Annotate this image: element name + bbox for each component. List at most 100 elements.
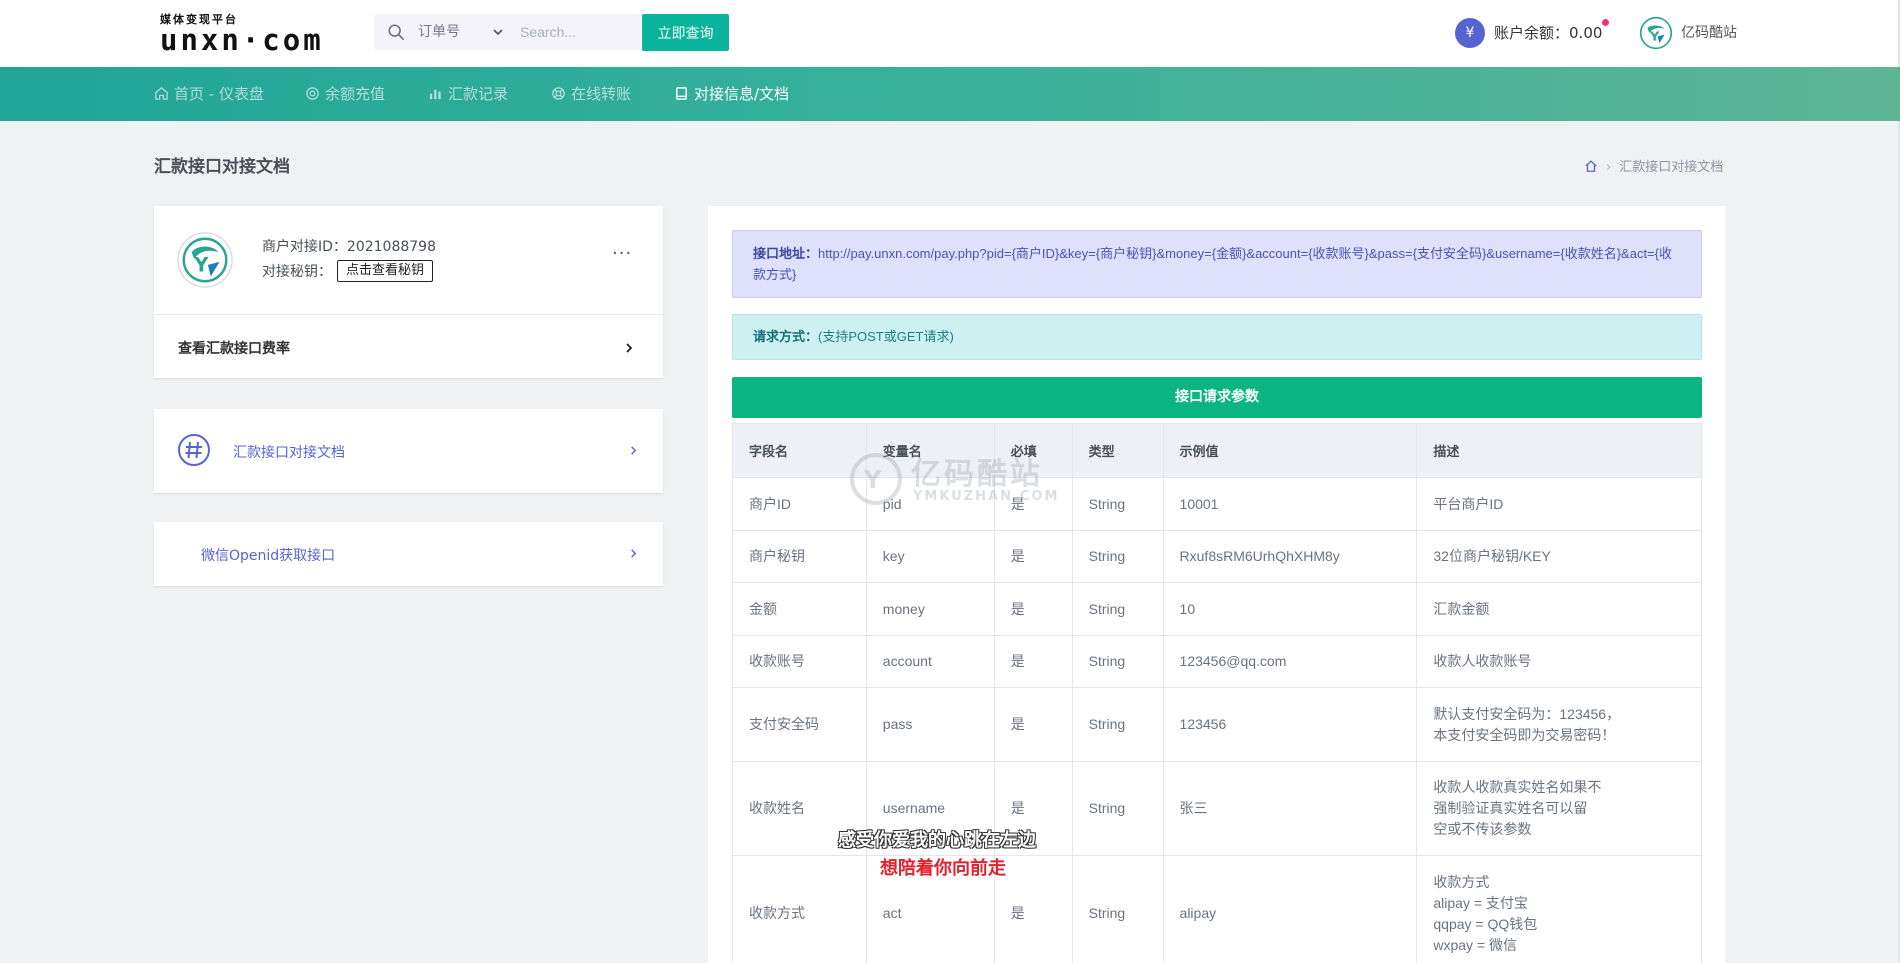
table-row: 支付安全码 pass 是 String 123456 默认支付安全码为：1234… bbox=[732, 687, 1702, 762]
lifebuoy-icon bbox=[552, 87, 565, 100]
cell-example: 123456 bbox=[1162, 687, 1418, 762]
nav-label: 在线转账 bbox=[571, 85, 632, 103]
search-input[interactable] bbox=[514, 14, 641, 50]
openid-link-card[interactable]: 微信Openid获取接口 bbox=[154, 522, 663, 586]
table-row: 收款账号 account 是 String 123456@qq.com 收款人收… bbox=[732, 635, 1702, 688]
cell-desc: 平台商户ID bbox=[1416, 477, 1702, 531]
cell-field: 商户秘钥 bbox=[732, 530, 867, 583]
cell-field: 商户ID bbox=[732, 477, 867, 531]
cell-type: String bbox=[1071, 582, 1164, 636]
chevron-down-icon[interactable] bbox=[492, 26, 504, 38]
cell-var: account bbox=[865, 635, 995, 688]
params-title-bar: 接口请求参数 bbox=[732, 377, 1702, 418]
nav-item-dashboard[interactable]: 首页 - 仪表盘 bbox=[154, 67, 264, 121]
request-method-value: (支持POST或GET请求) bbox=[818, 329, 954, 344]
cell-example: Rxuf8sRM6UrhQhXHM8y bbox=[1162, 530, 1418, 583]
search-icon bbox=[388, 24, 405, 41]
nav-label: 汇款记录 bbox=[448, 85, 509, 103]
nav-label: 余额充值 bbox=[325, 85, 386, 103]
divider bbox=[154, 314, 663, 315]
doc-link-card[interactable]: 汇款接口对接文档 bbox=[154, 409, 663, 493]
column-header: 字段名 bbox=[732, 423, 867, 478]
target-icon bbox=[306, 87, 319, 100]
cell-type: String bbox=[1071, 635, 1164, 688]
cell-field: 支付安全码 bbox=[732, 687, 867, 762]
user-name[interactable]: 亿码酷站 bbox=[1681, 22, 1737, 42]
cell-desc: 汇款金额 bbox=[1416, 582, 1702, 636]
home-icon[interactable] bbox=[1584, 159, 1598, 173]
merchant-card: Y 商户对接ID：2021088798 对接秘钥： 点击查看秘钥 ··· 查看汇… bbox=[154, 206, 663, 378]
merchant-avatar: Y bbox=[177, 232, 233, 288]
cell-field: 金额 bbox=[732, 582, 867, 636]
api-url-value: http://pay.unxn.com/pay.php?pid={商户ID}&k… bbox=[753, 246, 1672, 282]
cell-example: alipay bbox=[1162, 855, 1418, 963]
cell-example: 10 bbox=[1162, 582, 1418, 636]
cell-var: pass bbox=[865, 687, 995, 762]
request-method-alert: 请求方式：(支持POST或GET请求) bbox=[732, 314, 1702, 360]
column-header: 示例值 bbox=[1162, 423, 1418, 478]
doc-link[interactable]: 汇款接口对接文档 bbox=[233, 442, 345, 462]
page-title: 汇款接口对接文档 bbox=[154, 157, 290, 177]
nav-item-records[interactable]: 汇款记录 bbox=[428, 67, 508, 121]
site-logo[interactable]: 媒体变现平台 unxn·com bbox=[160, 14, 324, 57]
nav-item-docs[interactable]: 对接信息/文档 bbox=[674, 67, 789, 121]
cell-type: String bbox=[1071, 530, 1164, 583]
cell-desc: 32位商户秘钥/KEY bbox=[1416, 530, 1702, 583]
cell-type: String bbox=[1071, 477, 1164, 531]
cell-example: 123456@qq.com bbox=[1162, 635, 1418, 688]
watermark: Y 亿码酷站 YMKUZHAN.COM bbox=[849, 449, 1059, 509]
cell-example: 张三 bbox=[1162, 761, 1418, 856]
nav-item-recharge[interactable]: 余额充值 bbox=[305, 67, 385, 121]
api-url-label: 接口地址： bbox=[753, 246, 819, 261]
cell-desc: 收款人收款真实姓名如果不 强制验证真实姓名可以留 空或不传该参数 bbox=[1416, 761, 1702, 856]
table-row: 收款方式 act 是 String alipay 收款方式 alipay = 支… bbox=[732, 855, 1702, 963]
user-avatar[interactable]: Y bbox=[1639, 16, 1673, 50]
column-header: 类型 bbox=[1071, 423, 1164, 478]
more-options-icon[interactable]: ··· bbox=[612, 245, 632, 263]
cell-type: String bbox=[1071, 855, 1164, 963]
cell-var: money bbox=[865, 582, 995, 636]
breadcrumb-current: 汇款接口对接文档 bbox=[1619, 160, 1724, 175]
hash-icon bbox=[178, 434, 210, 466]
main-nav: 首页 - 仪表盘 余额充值 汇款记录 在线转账 对接信息/文档 bbox=[0, 67, 1900, 121]
cell-desc: 收款人收款账号 bbox=[1416, 635, 1702, 688]
subtitle-line-1: 感受你爱我的心跳在左边 bbox=[838, 830, 1036, 851]
nav-label: 对接信息/文档 bbox=[694, 85, 790, 103]
balance-value: 0.00 bbox=[1569, 24, 1603, 42]
cell-required: 是 bbox=[993, 582, 1073, 636]
table-row: 金额 money 是 String 10 汇款金额 bbox=[732, 582, 1702, 636]
watermark-logo-icon: Y bbox=[850, 453, 902, 505]
openid-link[interactable]: 微信Openid获取接口 bbox=[201, 545, 335, 565]
svg-text:Y: Y bbox=[863, 466, 882, 494]
nav-item-transfer[interactable]: 在线转账 bbox=[551, 67, 631, 121]
view-key-button[interactable]: 点击查看秘钥 bbox=[337, 260, 434, 282]
cell-required: 是 bbox=[993, 687, 1073, 762]
balance-label: 账户余额： bbox=[1494, 24, 1570, 42]
view-rate-link[interactable]: 查看汇款接口费率 bbox=[178, 338, 290, 358]
cell-type: String bbox=[1071, 761, 1164, 856]
merchant-id-label: 商户对接ID： bbox=[262, 239, 347, 255]
column-header: 描述 bbox=[1416, 423, 1702, 478]
notification-dot bbox=[1602, 19, 1609, 26]
cell-required: 是 bbox=[993, 635, 1073, 688]
watermark-en: YMKUZHAN.COM bbox=[913, 489, 1060, 504]
watermark-cn: 亿码酷站 bbox=[911, 457, 1043, 492]
cell-var: key bbox=[865, 530, 995, 583]
merchant-key-label: 对接秘钥： bbox=[262, 264, 332, 280]
cell-field: 收款方式 bbox=[732, 855, 867, 963]
cell-required: 是 bbox=[993, 530, 1073, 583]
yen-icon: ¥ bbox=[1455, 18, 1485, 48]
chevron-right-icon[interactable] bbox=[628, 548, 639, 559]
chevron-right-icon[interactable] bbox=[623, 342, 635, 354]
logo-wordmark: unxn·com bbox=[160, 23, 324, 57]
nav-label: 首页 - 仪表盘 bbox=[174, 85, 264, 103]
breadcrumb-separator: › bbox=[1606, 160, 1612, 175]
request-method-label: 请求方式： bbox=[753, 329, 819, 344]
merchant-id-value: 2021088798 bbox=[346, 239, 436, 255]
query-button[interactable]: 立即查询 bbox=[642, 14, 729, 51]
merchant-id: 商户对接ID：2021088798 bbox=[262, 236, 436, 256]
cell-type: String bbox=[1071, 687, 1164, 762]
cell-example: 10001 bbox=[1162, 477, 1418, 531]
table-row: 商户秘钥 key 是 String Rxuf8sRM6UrhQhXHM8y 32… bbox=[732, 530, 1702, 583]
chevron-right-icon[interactable] bbox=[628, 445, 639, 456]
